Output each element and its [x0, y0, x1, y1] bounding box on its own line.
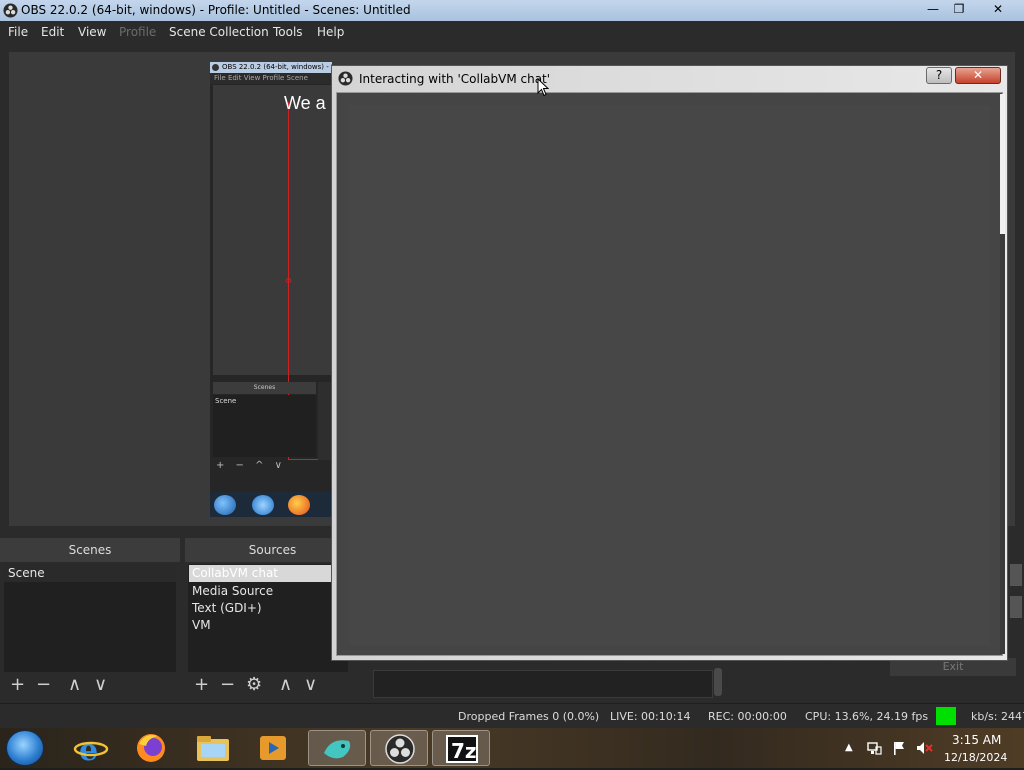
- menu-edit[interactable]: Edit: [41, 25, 64, 39]
- action-center-flag-icon[interactable]: [891, 740, 907, 756]
- stream-status-indicator: [936, 707, 956, 725]
- start-button-icon[interactable]: [6, 730, 44, 766]
- 7zip-icon: 7z: [446, 735, 478, 763]
- taskbar-7zip[interactable]: 7z: [432, 730, 490, 766]
- folder-icon: [197, 736, 229, 761]
- internet-explorer-icon: e: [73, 733, 109, 768]
- source-item-media-source[interactable]: Media Source: [192, 584, 273, 598]
- move-source-up-button[interactable]: ∧: [279, 676, 292, 694]
- menu-tools[interactable]: Tools: [273, 25, 303, 39]
- dialog-frame: [336, 92, 1003, 656]
- nested-ie-icon: [252, 495, 274, 515]
- dialog-close-button[interactable]: ✕: [955, 67, 1001, 84]
- restore-button[interactable]: ❐: [948, 0, 970, 19]
- interact-dialog: Interacting with 'CollabVM chat' ? ✕: [331, 65, 1008, 661]
- add-scene-button[interactable]: +: [10, 676, 25, 694]
- cpu-usage: CPU: 13.6%, 24.19 fps: [805, 710, 929, 723]
- taskbar-explorer[interactable]: [184, 730, 242, 766]
- menu-file[interactable]: File: [8, 25, 28, 39]
- collabvm-app-icon: [324, 740, 351, 759]
- obs-taskbar-icon: [385, 734, 415, 764]
- nested-text-overlay: We a: [284, 93, 326, 113]
- menu-view[interactable]: View: [78, 25, 106, 39]
- scenes-dock-header: Scenes: [0, 538, 180, 562]
- clock-date[interactable]: 12/18/2024: [944, 751, 1007, 764]
- network-icon[interactable]: [866, 740, 882, 756]
- dialog-scrollbar-thumb[interactable]: [1000, 94, 1005, 234]
- source-item-vm[interactable]: VM: [192, 618, 211, 632]
- dialog-obs-logo-icon: [338, 71, 353, 86]
- live-time: LIVE: 00:10:14: [610, 710, 691, 723]
- media-player-icon: [260, 736, 286, 760]
- dropped-frames: Dropped Frames 0 (0.0%): [458, 710, 600, 723]
- bitrate: kb/s: 2447: [971, 710, 1024, 723]
- obs-logo-icon: [3, 3, 18, 18]
- obs-title-bar[interactable]: OBS 22.0.2 (64-bit, windows) - Profile: …: [0, 0, 1024, 21]
- minimize-button[interactable]: —: [922, 0, 944, 19]
- svg-text:e: e: [79, 733, 98, 766]
- nested-selection-handle: [286, 278, 291, 283]
- nested-firefox-icon: [288, 495, 310, 515]
- right-scroll-handle-2[interactable]: [1010, 596, 1022, 618]
- menu-bar: File Edit View Profile Scene Collection …: [0, 21, 1024, 43]
- mixer-strip: [373, 670, 713, 698]
- clock-time[interactable]: 3:15 AM: [952, 733, 1001, 747]
- right-scroll-handle[interactable]: [1010, 564, 1022, 586]
- dialog-help-button[interactable]: ?: [926, 67, 952, 84]
- menu-profile[interactable]: Profile: [119, 25, 156, 39]
- add-source-button[interactable]: +: [194, 676, 209, 694]
- firefox-icon: [137, 734, 165, 762]
- remove-source-button[interactable]: −: [220, 676, 235, 694]
- interact-content-area[interactable]: [349, 105, 990, 645]
- taskbar-app-active[interactable]: [308, 730, 366, 766]
- nested-title: OBS 22.0.2 (64-bit, windows) - Pro: [210, 62, 332, 73]
- move-scene-down-button[interactable]: ∨: [94, 676, 107, 694]
- nested-obs-logo-icon: [212, 64, 219, 71]
- move-source-down-button[interactable]: ∨: [304, 676, 317, 694]
- volume-muted-icon[interactable]: [915, 740, 933, 756]
- source-item-collabvm-chat[interactable]: CollabVM chat: [192, 566, 278, 580]
- nested-controls: + − ^ ∨: [216, 460, 286, 471]
- tray-expand-icon[interactable]: ▲: [845, 742, 853, 753]
- menu-help[interactable]: Help: [317, 25, 344, 39]
- source-item-text-gdi[interactable]: Text (GDI+): [192, 601, 262, 615]
- menu-scene-collection[interactable]: Scene Collection: [169, 25, 269, 39]
- remove-scene-button[interactable]: −: [36, 676, 51, 694]
- nested-sources-list: [318, 382, 332, 460]
- rec-time: REC: 00:00:00: [708, 710, 787, 723]
- mixer-scrollbar[interactable]: [714, 668, 722, 696]
- nested-obs-capture: OBS 22.0.2 (64-bit, windows) - Pro File …: [210, 62, 332, 517]
- scene-item[interactable]: Scene: [8, 566, 45, 580]
- svg-text:7z: 7z: [451, 739, 477, 763]
- close-button[interactable]: ✕: [978, 0, 1018, 19]
- nested-start-icon: [214, 495, 236, 515]
- taskbar-ie[interactable]: e: [62, 730, 120, 768]
- mouse-cursor-icon: [537, 78, 549, 97]
- nested-menu: File Edit View Profile Scene: [210, 73, 332, 84]
- source-settings-gear-icon[interactable]: ⚙: [246, 676, 262, 694]
- taskbar-firefox[interactable]: [122, 730, 180, 766]
- window-title: OBS 22.0.2 (64-bit, windows) - Profile: …: [21, 3, 411, 17]
- nested-scenes-header: Scenes: [213, 382, 316, 394]
- nested-scene-item: Scene: [215, 397, 237, 405]
- taskbar-obs[interactable]: [370, 730, 428, 766]
- taskbar-media-player[interactable]: [244, 730, 302, 766]
- move-scene-up-button[interactable]: ∧: [68, 676, 81, 694]
- dialog-title: Interacting with 'CollabVM chat': [359, 72, 551, 86]
